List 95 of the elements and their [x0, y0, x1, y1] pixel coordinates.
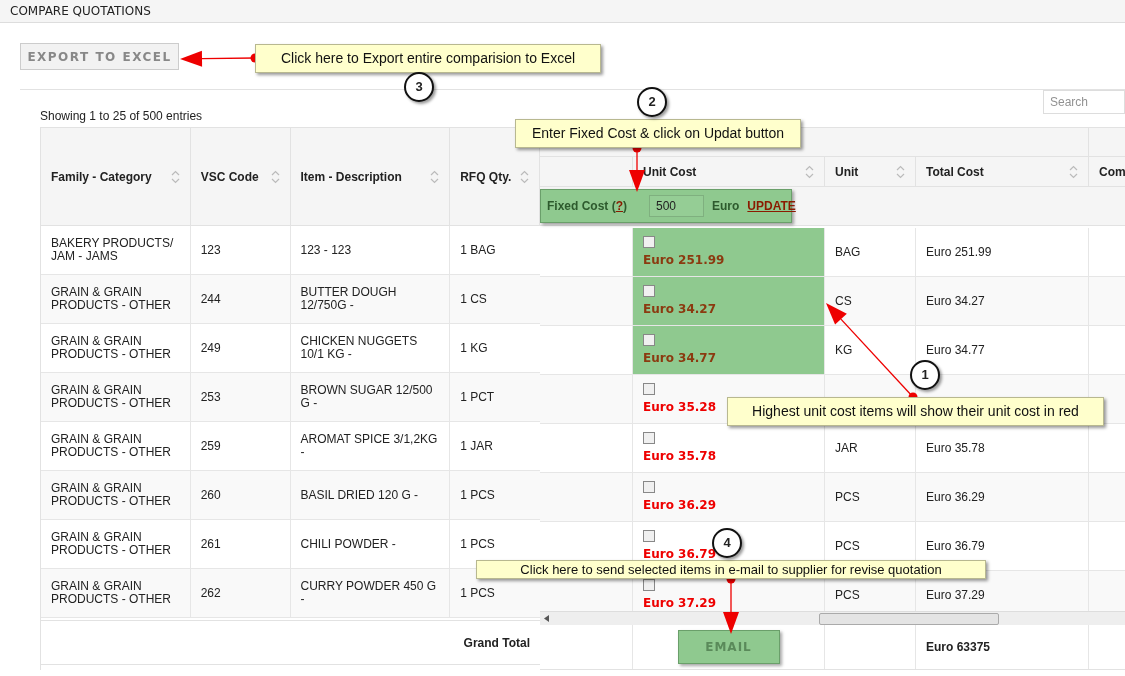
- table-cell-text: GRAIN & GRAIN PRODUCTS - OTHER: [51, 433, 172, 459]
- scroll-left-icon[interactable]: [544, 615, 549, 622]
- column-header[interactable]: VSC Code: [200, 167, 259, 186]
- table-cell: BASIL DRIED 120 G -: [300, 488, 419, 502]
- checkbox[interactable]: [643, 530, 655, 542]
- column-header[interactable]: Family - Category: [51, 167, 152, 186]
- table-cell-text: 262: [200, 585, 221, 602]
- sort-icon[interactable]: [520, 169, 529, 184]
- checkbox[interactable]: [643, 579, 655, 591]
- sort-icon[interactable]: [430, 169, 440, 184]
- table-cell-text: GRAIN & GRAIN PRODUCTS - OTHER: [51, 286, 172, 312]
- table-cell-text: Euro 36.29: [926, 489, 985, 506]
- grand-total-value: Euro 63375: [926, 639, 991, 656]
- table-cell-text: 1 BAG: [460, 242, 496, 259]
- table-cell-text: PCS: [835, 587, 860, 604]
- step-badge: 3: [404, 72, 434, 102]
- page-title: COMPARE QUOTATIONS: [10, 3, 151, 20]
- table-cell-text: Euro 34.77: [926, 342, 985, 359]
- checkbox[interactable]: [643, 236, 655, 248]
- table-cell-text: GRAIN & GRAIN PRODUCTS - OTHER: [51, 580, 172, 606]
- unit-cost: Euro 37.29: [643, 595, 717, 611]
- column-header[interactable]: Total Cost: [926, 162, 984, 181]
- column-header[interactable]: RFQ Qty.: [460, 167, 512, 186]
- sort-icon[interactable]: [896, 164, 905, 179]
- checkbox[interactable]: [643, 334, 655, 346]
- table-cell-text: 249: [200, 340, 221, 357]
- sort-icon[interactable]: [170, 169, 180, 184]
- table-cell-text: GRAIN & GRAIN PRODUCTS - OTHER: [51, 384, 172, 410]
- table-cell-text: BAG: [835, 244, 861, 261]
- column-header[interactable]: Unit: [835, 162, 859, 181]
- fixed-cost-field[interactable]: 500: [649, 195, 704, 217]
- table-cell-text: 1 KG: [460, 340, 488, 357]
- table-cell-text: Euro 35.78: [926, 440, 985, 457]
- table-cell-text: 1 PCT: [460, 389, 495, 406]
- checkbox[interactable]: [643, 432, 655, 444]
- table-cell-text: 261: [200, 536, 221, 553]
- table-cell: 123 - 123: [300, 243, 352, 257]
- table-cell-text: 1 CS: [460, 291, 487, 308]
- checkbox[interactable]: [643, 481, 655, 493]
- table-cell-text: CS: [835, 293, 852, 310]
- table-cell-text: Euro 34.27: [926, 293, 985, 310]
- grand-total-label: Grand Total: [463, 634, 530, 652]
- unit-cost: Euro 35.28: [643, 399, 717, 416]
- table-cell-text: BAKERY PRODUCTS/ JAM - JAMS: [51, 237, 175, 263]
- column-header[interactable]: Item - Description: [300, 167, 402, 186]
- column-header[interactable]: Com: [1099, 162, 1125, 181]
- currency-label: Euro: [712, 198, 740, 215]
- column-header[interactable]: Unit Cost: [643, 162, 697, 181]
- table-cell-text: 1 PCS: [460, 585, 495, 602]
- table-cell-text: Euro 251.99: [926, 244, 992, 261]
- table-cell-text: BROWN SUGAR 12/500 G -: [300, 384, 434, 410]
- table-cell-text: 1 JAR: [460, 438, 493, 455]
- table-cell-text: 253: [200, 389, 221, 406]
- sort-icon[interactable]: [270, 169, 280, 184]
- horizontal-scrollbar[interactable]: [540, 611, 1125, 625]
- table-cell-text: Euro 36.79: [926, 538, 985, 555]
- callout-tooltip: Enter Fixed Cost & click on Updat button: [515, 119, 801, 148]
- table-cell: CHILI POWDER -: [300, 537, 396, 551]
- table-cell-text: Euro 37.29: [926, 587, 985, 604]
- callout-tooltip: Highest unit cost items will show their unit cost in red: [727, 397, 1104, 426]
- sort-icon[interactable]: [1069, 164, 1078, 179]
- callout-tooltip: Click here to send selected items in e-mail to supplier for revise quotation: [476, 560, 986, 579]
- checkbox[interactable]: [643, 383, 655, 395]
- table-cell-text: KG: [835, 342, 853, 359]
- table-cell-text: 1 PCS: [460, 487, 495, 504]
- table-cell-text: CHICKEN NUGGETS 10/1 KG -: [300, 335, 419, 361]
- fixed-cost-label: Fixed Cost (?): [547, 198, 627, 215]
- entries-info: Showing 1 to 25 of 500 entries: [40, 108, 203, 125]
- table-cell-text: CURRY POWDER 450 G -: [300, 580, 438, 606]
- table-cell-text: PCS: [835, 538, 860, 555]
- table-cell-text: 244: [200, 291, 221, 308]
- table-cell-text: GRAIN & GRAIN PRODUCTS - OTHER: [51, 482, 172, 508]
- table-cell-text: JAR: [835, 440, 858, 457]
- checkbox[interactable]: [643, 285, 655, 297]
- table-cell-text: 260: [200, 487, 221, 504]
- table-cell-text: GRAIN & GRAIN PRODUCTS - OTHER: [51, 531, 172, 557]
- table-cell-text: 123: [200, 242, 221, 259]
- callout-tooltip: Click here to Export entire comparision to Excel: [255, 44, 601, 73]
- table-cell-text: 259: [200, 438, 221, 455]
- table-cell-text: BUTTER DOUGH 12/750G -: [300, 286, 398, 312]
- table-cell-text: AROMAT SPICE 3/1,2KG -: [300, 433, 439, 459]
- step-badge: 2: [637, 87, 667, 117]
- table-cell-text: 1 PCS: [460, 536, 495, 553]
- unit-cost: Euro 35.78: [643, 448, 717, 465]
- update-link[interactable]: UPDATE: [747, 197, 796, 215]
- unit-cost: Euro 36.29: [643, 497, 717, 514]
- sort-icon[interactable]: [805, 164, 814, 179]
- search-field[interactable]: Search: [1043, 90, 1125, 114]
- scrollbar-thumb[interactable]: [819, 612, 999, 625]
- unit-cost: Euro 36.79: [643, 546, 717, 563]
- table-cell-text: GRAIN & GRAIN PRODUCTS - OTHER: [51, 335, 172, 361]
- unit-cost: Euro 34.27: [643, 301, 717, 318]
- table-cell-text: PCS: [835, 489, 860, 506]
- unit-cost: Euro 251.99: [643, 252, 725, 269]
- unit-cost: Euro 34.77: [643, 350, 717, 367]
